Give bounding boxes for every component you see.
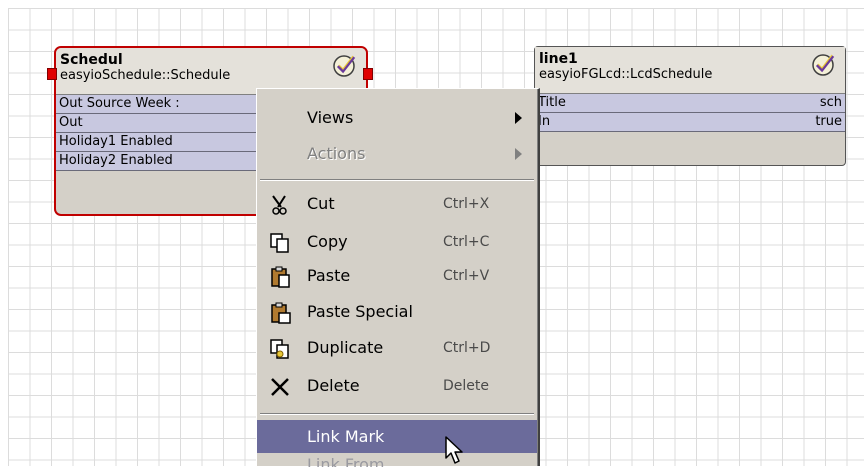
duplicate-icon [270, 339, 289, 359]
slot-label: Out [59, 115, 83, 130]
submenu-arrow-icon [515, 112, 522, 124]
menu-item-label: Link Mark [307, 427, 385, 446]
menu-item-shortcut: Ctrl+X [443, 196, 490, 212]
block-type: easyioFGLcd::LcdSchedule [539, 67, 713, 82]
canvas-margin-top [0, 0, 864, 8]
menu-item-actions[interactable]: Actions [257, 139, 537, 169]
clipboard-special-icon [271, 302, 291, 324]
mouse-pointer-icon [445, 436, 463, 464]
menu-item-shortcut: Ctrl+D [443, 340, 491, 356]
menu-item-label: Copy [307, 232, 348, 251]
block-name: line1 [539, 51, 578, 67]
menu-item-copy[interactable]: Copy Ctrl+C [257, 227, 537, 257]
menu-item-delete[interactable]: Delete Delete [257, 371, 537, 401]
menu-item-views[interactable]: Views [257, 103, 537, 133]
menu-item-label: Cut [307, 194, 335, 213]
menu-item-label: Paste Special [307, 302, 413, 321]
menu-item-shortcut: Delete [443, 378, 489, 394]
slot-title[interactable]: Title sch [535, 94, 845, 113]
slot-value: true [815, 114, 842, 129]
output-port-handle[interactable] [363, 68, 373, 80]
menu-separator [260, 179, 534, 181]
slot-value: sch [819, 95, 842, 110]
menu-item-label: Paste [307, 266, 351, 285]
slot-label: Title [538, 95, 566, 110]
block-header[interactable]: line1 easyioFGLcd::LcdSchedule [535, 47, 845, 94]
schedule-check-icon [812, 54, 835, 76]
canvas-margin-left [0, 0, 8, 466]
menu-item-paste-special[interactable]: Paste Special [257, 297, 537, 327]
menu-item-label: Actions [307, 144, 366, 163]
menu-item-label: Views [307, 108, 354, 127]
submenu-arrow-icon [515, 148, 522, 160]
menu-item-paste[interactable]: Paste Ctrl+V [257, 261, 537, 291]
menu-item-shortcut: Ctrl+C [443, 234, 490, 250]
menu-item-duplicate[interactable]: Duplicate Ctrl+D [257, 333, 537, 363]
block-footer [535, 132, 845, 148]
block-name: Schedul [60, 52, 123, 68]
slot-in[interactable]: In true [535, 113, 845, 132]
menu-item-link-from[interactable]: Link From [257, 453, 537, 467]
scissors-icon [272, 195, 287, 215]
menu-item-shortcut: Ctrl+V [443, 268, 490, 284]
slot-label: Holiday2 Enabled [59, 153, 173, 168]
menu-item-label: Link From [307, 455, 385, 467]
menu-item-link-mark[interactable]: Link Mark [257, 420, 537, 453]
line1-component-block[interactable]: line1 easyioFGLcd::LcdSchedule Title sch… [534, 46, 846, 166]
menu-item-cut[interactable]: Cut Ctrl+X [257, 189, 537, 219]
block-type: easyioSchedule::Schedule [60, 68, 231, 83]
slot-label: Out Source Week : [59, 96, 180, 111]
copy-icon [270, 233, 289, 253]
menu-item-label: Delete [307, 376, 360, 395]
context-menu: Views Actions Cut Ctrl+X Copy Ctrl+C Pas… [256, 88, 540, 467]
clipboard-icon [271, 266, 290, 288]
input-port-handle[interactable] [47, 68, 57, 80]
menu-item-label: Duplicate [307, 338, 384, 357]
slot-label: Holiday1 Enabled [59, 134, 173, 149]
schedule-check-icon [333, 55, 356, 77]
menu-separator [260, 413, 534, 415]
delete-x-icon [271, 378, 289, 396]
